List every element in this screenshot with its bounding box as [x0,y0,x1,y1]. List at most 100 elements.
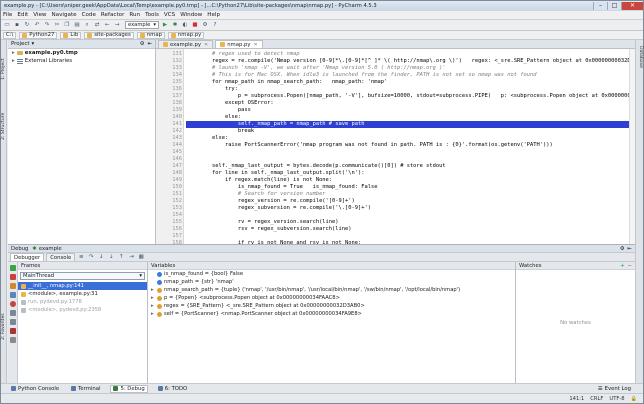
code-line[interactable]: # This is for Mac OSX. When idle3 is lau… [186,72,629,79]
code-line[interactable] [186,212,629,219]
chevron-down-icon[interactable]: ▾ [31,41,34,47]
code-line[interactable]: pass [186,107,629,114]
undo-icon[interactable]: ↶ [33,21,41,29]
tab-debugger[interactable]: Debugger [10,253,45,261]
close-icon[interactable] [10,328,16,334]
code-line[interactable]: self._nmap_last_output = bytes.decode(p.… [186,163,629,170]
open-icon[interactable]: ▭ [3,21,11,29]
code-line[interactable]: try: [186,86,629,93]
view-breakpoints-icon[interactable] [10,292,16,298]
cut-icon[interactable]: ✂ [53,21,61,29]
code-line[interactable]: else: [186,114,629,121]
breadcrumb-nmap[interactable]: nmap [136,31,165,39]
maximize-button[interactable]: □ [607,1,621,10]
evaluate-icon[interactable]: ▦ [137,253,145,261]
gear-icon[interactable]: ⚙ [140,41,145,47]
redo-icon[interactable]: ↷ [43,21,51,29]
close-icon[interactable]: ✕ [204,42,208,48]
menu-refactor[interactable]: Refactor [101,12,124,18]
forward-icon[interactable]: → [113,21,121,29]
show-execution-point-icon[interactable]: ≡ [77,253,85,261]
menu-tools[interactable]: Tools [145,12,159,18]
breadcrumb-python27[interactable]: Python27 [19,31,58,39]
event-log-button[interactable]: ☰ Event Log [598,386,631,392]
settings-icon[interactable]: ⚙ [201,21,209,29]
current-execution-line[interactable]: self._nmap_path = nmap_path # save path [186,121,629,128]
code-line[interactable]: else: [186,135,629,142]
code-line[interactable]: regex = re.compile('Nmap version [0-9]*\… [186,58,629,65]
variable-row[interactable]: ▸ self = {PortScanner} <nmap.PortScanner … [148,310,515,318]
frame-item[interactable]: <module>, pydevd.py:2358 [18,306,147,314]
code-line[interactable]: rv = regex_version.search(line) [186,219,629,226]
tab-example-py[interactable]: example.py ✕ [158,40,214,48]
copy-icon[interactable]: ❐ [63,21,71,29]
code-line[interactable]: regex_version = re.compile('[0-9]+') [186,198,629,205]
help-icon[interactable]: ? [211,21,219,29]
file-encoding[interactable]: UTF-8 [609,396,624,402]
variable-row[interactable]: ▸ nmap_search_path = {tuple} ('nmap', '/u… [148,286,515,294]
structure-tool-tab[interactable]: 2: Structure [1,113,6,140]
close-icon[interactable]: ✕ [254,42,258,48]
menu-code[interactable]: Code [82,12,96,18]
frame-item[interactable]: __init__, nmap.py:141 [18,282,147,290]
menu-window[interactable]: Window [180,12,202,18]
code-line[interactable] [186,149,629,156]
gear-icon[interactable]: ⚙ [620,246,625,252]
tab-todo[interactable]: 6: TODO [156,386,190,392]
caret-position[interactable]: 141:1 [569,396,584,402]
menu-edit[interactable]: Edit [17,12,28,18]
help-icon[interactable] [10,337,16,343]
breadcrumb-drive[interactable]: C:\ [3,31,17,39]
code-line[interactable]: regex_subversion = re.compile('\.[0-9]+'… [186,205,629,212]
code-line[interactable]: except OSError: [186,100,629,107]
menu-vcs[interactable]: VCS [164,12,175,18]
code-line[interactable]: # launch 'nmap -V', we wait after 'Nmap … [186,65,629,72]
code-line[interactable]: for line in self._nmap_last_output.split… [186,170,629,177]
debug-icon[interactable]: ✱ [171,21,179,29]
hide-icon[interactable]: ⇤ [628,246,632,252]
stop-icon[interactable]: ■ [191,21,199,29]
back-icon[interactable]: ← [103,21,111,29]
lock-icon[interactable]: 🔒 [631,396,637,402]
sync-icon[interactable]: ↻ [23,21,31,29]
line-separator[interactable]: CRLF [590,396,603,402]
add-icon[interactable]: + [620,263,624,269]
paste-icon[interactable]: ▤ [73,21,81,29]
thread-selector[interactable]: MainThread ▾ [20,272,145,280]
frame-item[interactable]: run, pydevd.py:1778 [18,298,147,306]
settings-icon[interactable] [10,310,16,316]
project-tool-tab[interactable]: 1: Project [1,58,6,80]
find-icon[interactable]: ⌕ [83,21,91,29]
variable-row[interactable]: ▸ regex = {SRE_Pattern} <_sre.SRE_Pattern… [148,302,515,310]
expand-arrow-icon[interactable]: ▸ [151,287,156,293]
mute-breakpoints-icon[interactable] [10,301,16,307]
step-over-icon[interactable]: ↷ [87,253,95,261]
tab-terminal[interactable]: Terminal [69,386,102,392]
coverage-icon[interactable]: ◐ [181,21,189,29]
run-to-cursor-icon[interactable]: ⇥ [127,253,135,261]
code-line[interactable]: # Search for version number [186,191,629,198]
code-line[interactable]: break [186,128,629,135]
menu-view[interactable]: View [33,12,46,18]
breadcrumb-lib[interactable]: Lib [60,31,82,39]
code-line[interactable]: if regex.match(line) is not None: [186,177,629,184]
minimize-button[interactable]: – [593,1,607,10]
code-line[interactable]: p = subprocess.Popen([nmap_path, '-V'], … [186,93,629,100]
menu-navigate[interactable]: Navigate [52,12,77,18]
step-out-icon[interactable]: ↑ [117,253,125,261]
step-into-icon[interactable]: ↓ [97,253,105,261]
code-line[interactable]: is_nmap_found = True is_nmap_found: Fals… [186,184,629,191]
tab-python-console[interactable]: Python Console [9,386,61,392]
code-line[interactable]: for nmap_path in nmap_search_path: nmap_… [186,79,629,86]
run-config-select[interactable]: example ▾ [125,21,159,29]
menu-help[interactable]: Help [207,12,220,18]
variable-row[interactable]: is_nmap_found = {bool} False [148,270,515,278]
expand-arrow-icon[interactable]: ▸ [151,311,156,317]
code-line[interactable] [186,156,629,163]
code-area[interactable]: # regex used to detect nmap regex = re.c… [184,49,629,244]
code-line[interactable]: rsv = regex_subversion.search(line) [186,226,629,233]
remove-icon[interactable]: − [628,263,632,269]
menu-run[interactable]: Run [129,12,140,18]
stop-icon[interactable] [10,274,16,280]
code-line[interactable]: # regex used to detect nmap [186,51,629,58]
